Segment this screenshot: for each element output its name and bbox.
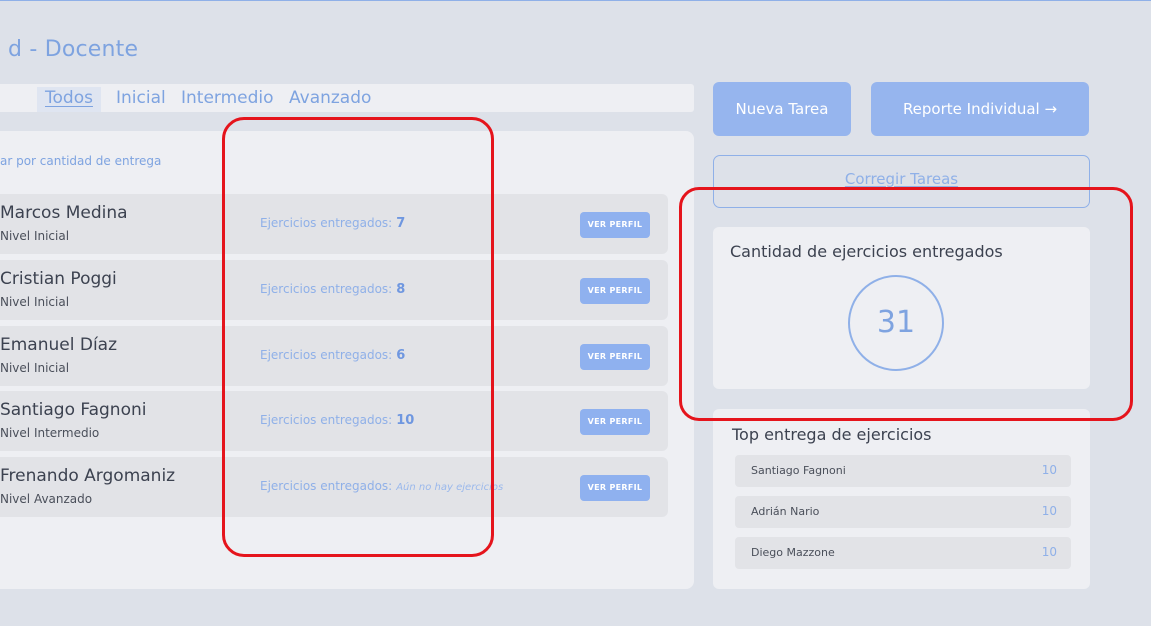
view-profile-button[interactable]: VER PERFIL bbox=[580, 212, 650, 238]
student-level: Nivel Intermedio bbox=[0, 426, 100, 440]
top-row-value: 10 bbox=[1041, 545, 1057, 559]
tab-avanzado[interactable]: Avanzado bbox=[289, 88, 371, 108]
student-level: Nivel Inicial bbox=[0, 229, 70, 243]
student-level: Nivel Avanzado bbox=[0, 492, 93, 506]
annotation-highlight-count-card bbox=[679, 187, 1133, 421]
top-row-name: Santiago Fagnoni bbox=[751, 464, 846, 477]
student-level: Nivel Inicial bbox=[0, 361, 70, 375]
view-profile-button[interactable]: VER PERFIL bbox=[580, 475, 650, 501]
top-row: Diego Mazzone 10 bbox=[735, 537, 1071, 569]
student-name: Santiago Fagnoni bbox=[0, 400, 147, 420]
student-name: Frenando Argomaniz bbox=[0, 466, 176, 486]
student-name: Emanuel Díaz bbox=[0, 335, 118, 355]
annotation-highlight-deliveries-column bbox=[222, 117, 494, 557]
level-tabs: Todos Inicial Intermedio Avanzado bbox=[0, 84, 694, 112]
view-profile-button[interactable]: VER PERFIL bbox=[580, 409, 650, 435]
tab-inicial[interactable]: Inicial bbox=[116, 88, 166, 108]
new-task-button[interactable]: Nueva Tarea bbox=[713, 82, 851, 136]
individual-report-button[interactable]: Reporte Individual → bbox=[871, 82, 1089, 136]
top-row: Santiago Fagnoni 10 bbox=[735, 455, 1071, 487]
top-row-name: Adrián Nario bbox=[751, 505, 820, 518]
sort-by-deliveries-link[interactable]: ar por cantidad de entrega bbox=[0, 154, 161, 168]
top-row: Adrián Nario 10 bbox=[735, 496, 1071, 528]
page-title: d - Docente bbox=[8, 37, 139, 62]
top-border-line bbox=[0, 0, 1151, 1]
tab-intermedio[interactable]: Intermedio bbox=[181, 88, 274, 108]
student-name: Marcos Medina bbox=[0, 203, 128, 223]
top-row-value: 10 bbox=[1041, 504, 1057, 518]
top-row-value: 10 bbox=[1041, 463, 1057, 477]
top-row-name: Diego Mazzone bbox=[751, 546, 835, 559]
student-level: Nivel Inicial bbox=[0, 295, 70, 309]
tab-todos[interactable]: Todos bbox=[37, 87, 101, 112]
student-name: Cristian Poggi bbox=[0, 269, 117, 289]
view-profile-button[interactable]: VER PERFIL bbox=[580, 278, 650, 304]
top-deliveries-title: Top entrega de ejercicios bbox=[732, 425, 932, 444]
top-deliveries-card: Top entrega de ejercicios Santiago Fagno… bbox=[713, 409, 1090, 589]
view-profile-button[interactable]: VER PERFIL bbox=[580, 344, 650, 370]
